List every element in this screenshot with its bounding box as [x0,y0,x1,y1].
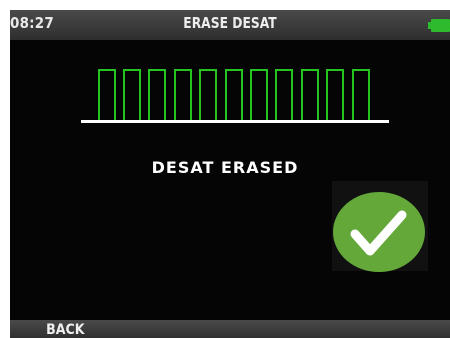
code-box [199,69,217,121]
code-box [275,69,293,121]
code-underline [81,120,389,123]
checkmark-icon [333,192,425,272]
code-box [98,69,116,121]
code-entry-boxes [98,69,388,121]
back-button[interactable]: BACK [46,322,84,338]
code-box [326,69,344,121]
code-box [352,69,370,121]
status-message: DESAT ERASED [151,158,299,177]
code-box [301,69,319,121]
clock-time: 08:27 [10,14,54,32]
screen: 08:27 ERASE DESAT DESAT ERASED BACK [0,0,450,338]
code-box [250,69,268,121]
page-title: ERASE DESAT [183,14,277,32]
battery-icon [428,19,450,32]
code-box [174,69,192,121]
checkmark-circle [333,192,425,272]
code-box [148,69,166,121]
code-box [123,69,141,121]
code-box [225,69,243,121]
battery-level [431,19,450,32]
device-display: 08:27 ERASE DESAT DESAT ERASED BACK [10,10,450,338]
status-bar: 08:27 ERASE DESAT [10,10,450,40]
